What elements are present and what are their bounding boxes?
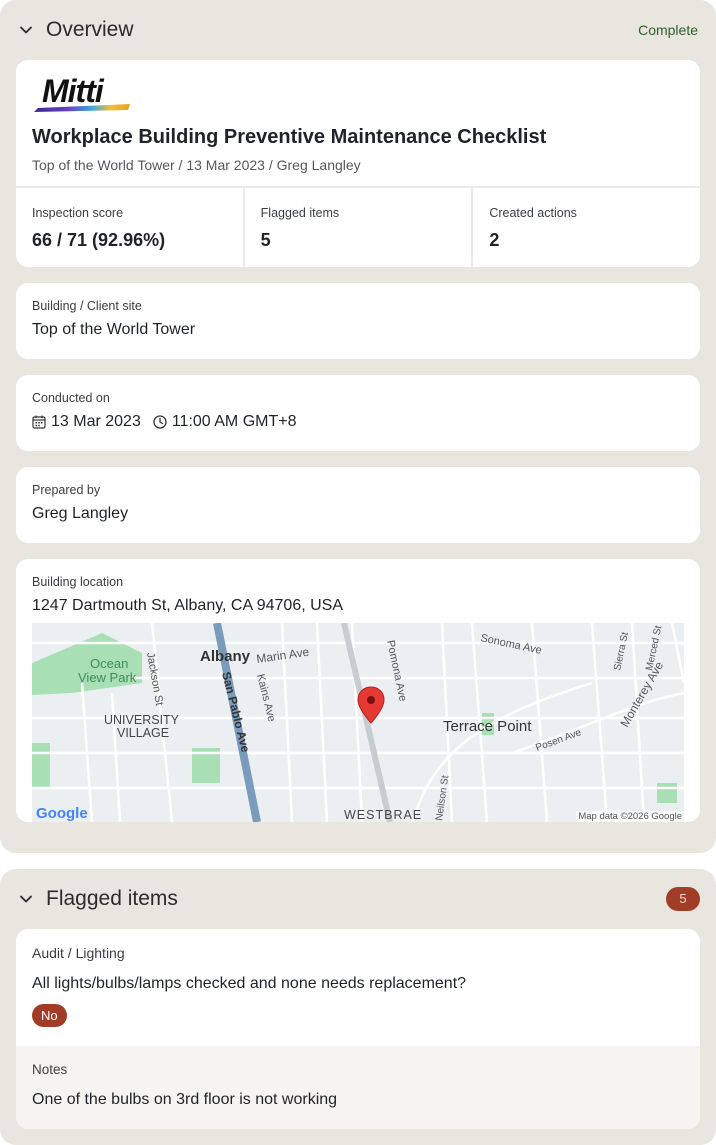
conducted-time: 11:00 AM GMT+8 (171, 413, 297, 430)
location-card: Building location 1247 Dartmouth St, Alb… (16, 559, 700, 822)
location-address: 1247 Dartmouth St, Albany, CA 94706, USA (32, 597, 343, 614)
map-label: VILLAGE (117, 726, 169, 740)
stat-inspection-score: Inspection score 66 / 71 (92.96%) (16, 188, 243, 267)
stat-label: Created actions (489, 206, 577, 220)
prepared-value: Greg Langley (32, 505, 129, 522)
mitti-logo: Mitti (32, 73, 136, 114)
map-label: View Park (78, 670, 137, 685)
map-label: WESTBRAE (344, 808, 422, 822)
prepared-label: Prepared by (32, 483, 101, 497)
overview-section: Overview Complete Mitti Workplace Buildi… (0, 0, 716, 853)
flagged-item[interactable]: Audit / Lighting All lights/bulbs/lamps … (16, 929, 700, 1129)
site-value: Top of the World Tower (32, 321, 196, 338)
report-subtitle: Top of the World Tower / 13 Mar 2023 / G… (32, 157, 361, 173)
location-map[interactable]: Ocean View Park Albany Marin Ave Jackson… (32, 623, 684, 822)
overview-header: Overview Complete (16, 0, 700, 60)
park-area (32, 743, 50, 788)
map-attribution[interactable]: Map data ©2026 Google (576, 811, 684, 822)
map-label: Albany (200, 648, 251, 665)
clock-icon (153, 415, 167, 429)
flagged-title: Flagged items (46, 887, 178, 910)
conducted-card: Conducted on 13 Mar 2023 11:00 AM GMT+8 (16, 375, 700, 451)
calendar-icon (32, 415, 46, 429)
site-label: Building / Client site (32, 299, 142, 313)
notes-text: One of the bulbs on 3rd floor is not wor… (32, 1091, 338, 1108)
map-label: Ocean (90, 656, 128, 671)
flagged-item-notes: Notes One of the bulbs on 3rd floor is n… (16, 1046, 700, 1129)
chevron-down-icon (20, 26, 32, 34)
flagged-item-question: All lights/bulbs/lamps checked and none … (32, 975, 467, 992)
stat-value: 5 (260, 230, 271, 250)
status-badge: Complete (638, 22, 698, 38)
flagged-item-path: Audit / Lighting (32, 945, 125, 961)
stat-created-actions[interactable]: Created actions 2 (471, 188, 700, 267)
answer-badge: No (32, 1004, 67, 1027)
conducted-date: 13 Mar 2023 (51, 413, 141, 430)
stat-value: 2 (489, 230, 500, 250)
site-card: Building / Client site Top of the World … (16, 283, 700, 359)
chevron-down-icon (20, 895, 32, 903)
stat-label: Flagged items (260, 206, 340, 220)
location-label: Building location (32, 575, 124, 589)
overview-toggle[interactable]: Overview (18, 18, 134, 42)
google-logo-text: Google (36, 805, 88, 822)
flagged-section: Flagged items 5 Audit / Lighting All lig… (0, 869, 716, 1145)
map-label: Terrace Point (443, 718, 532, 735)
notes-label: Notes (32, 1062, 68, 1077)
flagged-toggle[interactable]: Flagged items (18, 887, 178, 911)
google-logo: Google (36, 805, 88, 822)
park-area (657, 783, 677, 803)
stat-label: Inspection score (32, 206, 124, 220)
report-card: Mitti Workplace Building Preventive Main… (16, 60, 700, 267)
stats-row: Inspection score 66 / 71 (92.96%) Flagge… (16, 186, 700, 267)
svg-text:Mitti: Mitti (42, 74, 105, 109)
map-label: UNIVERSITY (104, 713, 180, 727)
stat-value: 66 / 71 (92.96%) (32, 230, 166, 250)
flagged-count-badge: 5 (666, 887, 700, 911)
stat-flagged-items[interactable]: Flagged items 5 (242, 188, 472, 267)
overview-title: Overview (46, 18, 134, 41)
report-title: Workplace Building Preventive Maintenanc… (32, 126, 547, 148)
prepared-card: Prepared by Greg Langley (16, 467, 700, 543)
conducted-label: Conducted on (32, 391, 110, 405)
flagged-header: Flagged items 5 (16, 869, 700, 929)
conducted-value: 13 Mar 2023 11:00 AM GMT+8 (32, 413, 684, 431)
